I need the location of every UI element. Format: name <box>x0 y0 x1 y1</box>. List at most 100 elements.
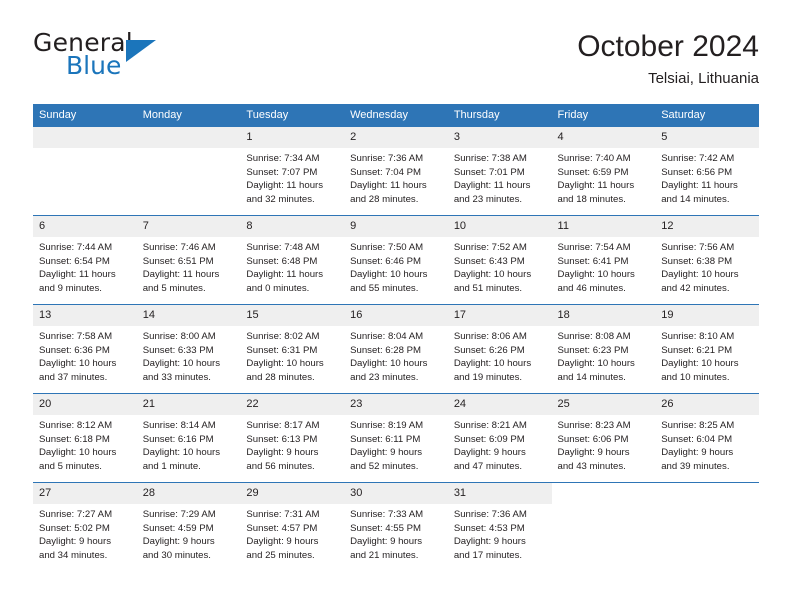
info-line-sunrise: Sunrise: 7:42 AM <box>661 153 735 164</box>
calendar-day-cell[interactable]: 14 Sunrise: 8:00 AM Sunset: 6:33 PM Dayligh… <box>136 304 241 394</box>
info-line-daylightline2: and 14 minutes. <box>557 371 626 383</box>
calendar-week-row: 1 Sunrise: 7:34 AM Sunset: 7:07 PM Daylight… <box>33 127 759 216</box>
calendar-cell-empty[interactable] <box>33 127 137 216</box>
day-sun-info: Sunrise: 8:10 AM Sunset: 6:21 PM Daylight:… <box>655 326 759 384</box>
calendar-day-cell[interactable]: 12 Sunrise: 7:56 AM Sunset: 6:38 PM Dayligh… <box>655 215 759 305</box>
calendar-day-cell[interactable]: 18 Sunrise: 8:08 AM Sunset: 6:23 PM Dayligh… <box>551 304 656 394</box>
calendar-page: General Blue October 2024 Telsiai, Lithu… <box>0 0 792 612</box>
info-line-sunset: Sunset: 6:16 PM <box>142 433 214 445</box>
info-line-sunset: Sunset: 6:11 PM <box>350 433 421 445</box>
calendar-day-cell[interactable]: 6 Sunrise: 7:44 AM Sunset: 6:54 PM Daylight… <box>33 215 137 305</box>
calendar-day-cell[interactable]: 7 Sunrise: 7:46 AM Sunset: 6:51 PM Daylight… <box>136 215 241 305</box>
weekday-header-monday: Monday <box>136 104 241 127</box>
day-number: 9 <box>344 216 448 237</box>
calendar-day-cell[interactable]: 24 Sunrise: 8:21 AM Sunset: 6:09 PM Dayligh… <box>447 393 552 483</box>
info-line-daylightline2: and 28 minutes. <box>350 193 419 205</box>
info-line-sunset: Sunset: 5:02 PM <box>39 522 110 534</box>
calendar-day-cell[interactable]: 15 Sunrise: 8:02 AM Sunset: 6:31 PM Dayligh… <box>240 304 345 394</box>
info-line-daylightline1: Daylight: 9 hours <box>246 536 319 548</box>
day-sun-info: Sunrise: 7:31 AM Sunset: 4:57 PM Daylight:… <box>240 504 344 562</box>
day-number <box>551 483 656 504</box>
calendar-day-cell[interactable]: 17 Sunrise: 8:06 AM Sunset: 6:26 PM Dayligh… <box>447 304 552 394</box>
calendar-day-cell[interactable]: 27 Sunrise: 7:27 AM Sunset: 5:02 PM Dayligh… <box>33 482 137 571</box>
day-cell-inner: 18 Sunrise: 8:08 AM Sunset: 6:23 PM Dayligh… <box>551 305 656 393</box>
calendar-day-cell[interactable]: 8 Sunrise: 7:48 AM Sunset: 6:48 PM Daylight… <box>240 215 345 305</box>
calendar-day-cell[interactable]: 4 Sunrise: 7:40 AM Sunset: 6:59 PM Daylight… <box>551 127 656 216</box>
page-header: General Blue October 2024 Telsiai, Lithu… <box>33 28 759 98</box>
info-line-sunset: Sunset: 6:38 PM <box>661 255 733 267</box>
day-sun-info: Sunrise: 8:06 AM Sunset: 6:26 PM Daylight:… <box>448 326 552 384</box>
info-line-daylightline1: Daylight: 11 hours <box>142 269 220 281</box>
info-line-sunrise: Sunrise: 7:52 AM <box>453 242 527 253</box>
info-line-sunrise: Sunrise: 7:54 AM <box>557 242 631 253</box>
info-line-sunset: Sunset: 4:55 PM <box>350 522 422 534</box>
day-cell-inner: 20 Sunrise: 8:12 AM Sunset: 6:18 PM Dayligh… <box>33 394 137 482</box>
calendar-day-cell[interactable]: 22 Sunrise: 8:17 AM Sunset: 6:13 PM Dayligh… <box>240 393 345 483</box>
calendar-day-cell[interactable]: 2 Sunrise: 7:36 AM Sunset: 7:04 PM Daylight… <box>344 127 448 216</box>
calendar-day-cell[interactable]: 1 Sunrise: 7:34 AM Sunset: 7:07 PM Daylight… <box>240 127 345 216</box>
info-line-sunrise: Sunrise: 7:33 AM <box>350 509 424 520</box>
day-number: 24 <box>447 394 552 415</box>
info-line-daylightline2: and 5 minutes. <box>39 460 102 472</box>
info-line-daylightline1: Daylight: 11 hours <box>39 269 116 281</box>
day-sun-info: Sunrise: 8:12 AM Sunset: 6:18 PM Daylight:… <box>33 415 137 473</box>
day-sun-info: Sunrise: 8:00 AM Sunset: 6:33 PM Daylight:… <box>137 326 241 384</box>
day-number: 18 <box>551 305 656 326</box>
info-line-daylightline1: Daylight: 11 hours <box>453 180 531 192</box>
info-line-daylightline2: and 5 minutes. <box>142 282 206 294</box>
day-sun-info: Sunrise: 7:27 AM Sunset: 5:02 PM Daylight:… <box>33 504 137 562</box>
calendar-cell-empty[interactable] <box>136 127 241 216</box>
page-title: October 2024 <box>577 30 759 63</box>
day-cell-inner: 17 Sunrise: 8:06 AM Sunset: 6:26 PM Dayligh… <box>447 305 552 393</box>
logo-triangle-icon <box>126 40 156 62</box>
day-cell-inner: 7 Sunrise: 7:46 AM Sunset: 6:51 PM Daylight… <box>136 216 241 304</box>
calendar-cell-empty[interactable] <box>655 482 759 571</box>
info-line-daylightline1: Daylight: 11 hours <box>246 180 324 192</box>
day-number <box>655 483 759 504</box>
info-line-sunrise: Sunrise: 8:23 AM <box>557 420 631 431</box>
info-line-sunset: Sunset: 7:01 PM <box>453 166 525 178</box>
calendar-day-cell[interactable]: 29 Sunrise: 7:31 AM Sunset: 4:57 PM Dayligh… <box>240 482 345 571</box>
calendar-day-cell[interactable]: 13 Sunrise: 7:58 AM Sunset: 6:36 PM Dayligh… <box>33 304 137 394</box>
info-line-daylightline2: and 39 minutes. <box>661 460 730 472</box>
info-line-daylightline1: Daylight: 9 hours <box>350 447 423 459</box>
day-cell-inner: 9 Sunrise: 7:50 AM Sunset: 6:46 PM Daylight… <box>344 216 448 304</box>
day-sun-info: Sunrise: 7:34 AM Sunset: 7:07 PM Daylight:… <box>240 148 344 206</box>
calendar-week-row: 20 Sunrise: 8:12 AM Sunset: 6:18 PM Dayligh… <box>33 393 759 483</box>
day-sun-info <box>552 504 656 508</box>
day-number: 5 <box>655 127 759 148</box>
calendar-day-cell[interactable]: 11 Sunrise: 7:54 AM Sunset: 6:41 PM Dayligh… <box>551 215 656 305</box>
day-cell-inner <box>551 483 656 571</box>
day-number: 29 <box>240 483 345 504</box>
calendar-day-cell[interactable]: 21 Sunrise: 8:14 AM Sunset: 6:16 PM Dayligh… <box>136 393 241 483</box>
info-line-sunset: Sunset: 4:59 PM <box>142 522 214 534</box>
info-line-daylightline2: and 21 minutes. <box>350 549 419 561</box>
calendar-day-cell[interactable]: 26 Sunrise: 8:25 AM Sunset: 6:04 PM Dayligh… <box>655 393 759 483</box>
info-line-daylightline1: Daylight: 9 hours <box>39 536 111 548</box>
info-line-sunset: Sunset: 7:04 PM <box>350 166 422 178</box>
info-line-daylightline1: Daylight: 10 hours <box>453 269 532 281</box>
info-line-daylightline2: and 19 minutes. <box>453 371 523 383</box>
info-line-daylightline1: Daylight: 10 hours <box>142 447 221 459</box>
day-sun-info: Sunrise: 7:36 AM Sunset: 7:04 PM Daylight:… <box>344 148 448 206</box>
calendar-day-cell[interactable]: 25 Sunrise: 8:23 AM Sunset: 6:06 PM Dayligh… <box>551 393 656 483</box>
general-blue-logo[interactable]: General Blue <box>33 28 263 90</box>
calendar-day-cell[interactable]: 10 Sunrise: 7:52 AM Sunset: 6:43 PM Dayligh… <box>447 215 552 305</box>
day-number: 17 <box>447 305 552 326</box>
calendar-day-cell[interactable]: 16 Sunrise: 8:04 AM Sunset: 6:28 PM Dayligh… <box>344 304 448 394</box>
calendar-day-cell[interactable]: 3 Sunrise: 7:38 AM Sunset: 7:01 PM Daylight… <box>447 127 552 216</box>
calendar-cell-empty[interactable] <box>551 482 656 571</box>
day-sun-info: Sunrise: 7:42 AM Sunset: 6:56 PM Daylight:… <box>655 148 759 206</box>
info-line-daylightline1: Daylight: 11 hours <box>350 180 427 192</box>
calendar-day-cell[interactable]: 9 Sunrise: 7:50 AM Sunset: 6:46 PM Daylight… <box>344 215 448 305</box>
calendar-day-cell[interactable]: 31 Sunrise: 7:36 AM Sunset: 4:53 PM Dayligh… <box>447 482 552 571</box>
calendar-day-cell[interactable]: 5 Sunrise: 7:42 AM Sunset: 6:56 PM Daylight… <box>655 127 759 216</box>
day-cell-inner: 26 Sunrise: 8:25 AM Sunset: 6:04 PM Dayligh… <box>655 394 759 482</box>
calendar-day-cell[interactable]: 30 Sunrise: 7:33 AM Sunset: 4:55 PM Dayligh… <box>344 482 448 571</box>
calendar-day-cell[interactable]: 28 Sunrise: 7:29 AM Sunset: 4:59 PM Dayligh… <box>136 482 241 571</box>
calendar-day-cell[interactable]: 23 Sunrise: 8:19 AM Sunset: 6:11 PM Dayligh… <box>344 393 448 483</box>
calendar-day-cell[interactable]: 20 Sunrise: 8:12 AM Sunset: 6:18 PM Dayligh… <box>33 393 137 483</box>
info-line-sunset: Sunset: 6:33 PM <box>142 344 214 356</box>
calendar-day-cell[interactable]: 19 Sunrise: 8:10 AM Sunset: 6:21 PM Dayligh… <box>655 304 759 394</box>
day-number: 11 <box>551 216 656 237</box>
